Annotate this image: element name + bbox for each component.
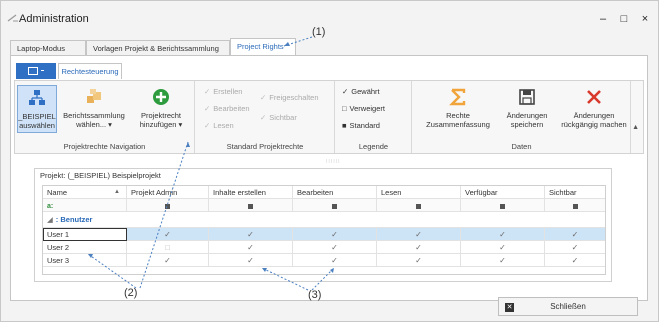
annotation-label-2: (2) <box>124 287 138 299</box>
annotation-arrows <box>87 36 335 291</box>
annotation-label-1: (1) <box>312 26 326 38</box>
annotation-label-3: (3) <box>308 289 322 301</box>
